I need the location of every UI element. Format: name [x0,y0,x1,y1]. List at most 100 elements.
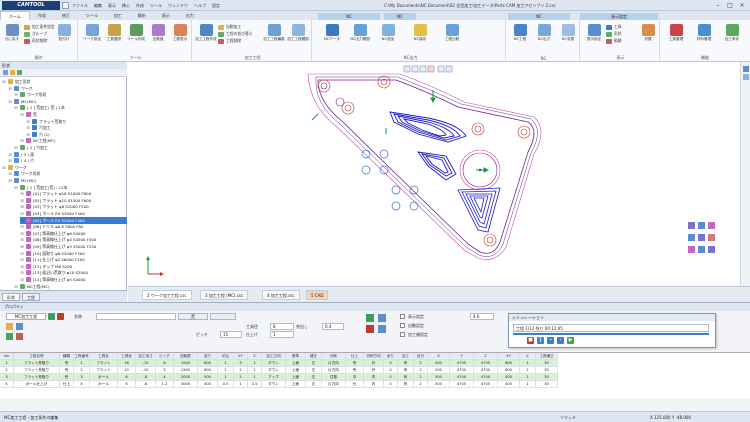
table-cell[interactable]: 1 [234,381,248,388]
table-cell[interactable]: 1 [218,367,234,374]
table-cell[interactable]: 1.2 [156,381,174,388]
table-cell[interactable]: 500 [498,374,520,381]
ribbon-small-button[interactable]: 形状削除 [24,38,47,44]
table-cell[interactable]: 1 [520,367,536,374]
table-cell[interactable]: 4 [156,374,174,381]
table-cell[interactable]: 4700 [474,381,498,388]
ribbon-small-button[interactable]: 工程削除 [218,38,241,44]
table-cell[interactable]: 500 [428,360,450,367]
table-cell[interactable]: 仕上 [60,381,74,388]
table-cell[interactable]: 上面 [286,374,306,381]
table-cell[interactable]: 左 [306,374,322,381]
arrow-up-icon[interactable] [378,314,386,322]
table-cell[interactable]: 1 [74,360,90,367]
table-cell[interactable]: 2 [414,367,428,374]
context-tab-nc[interactable]: NC [318,13,380,20]
settings-icon[interactable] [16,323,23,330]
doc-tab[interactable]: 2 ワーク加工工程.csc [142,290,192,300]
table-cell[interactable]: 4700 [450,367,474,374]
process-view-button[interactable]: 工程表示 [168,24,192,41]
table-cell[interactable]: -10 [136,367,156,374]
stop-button[interactable]: ■ [527,337,534,344]
table-cell[interactable]: 往復 [322,374,346,381]
table-cell[interactable]: 4700 [474,374,498,381]
table-cell[interactable]: 4 [74,381,90,388]
nc-change-button[interactable]: NC変更 [556,24,580,41]
ribbon-small-button[interactable]: 軌跡 [606,38,622,44]
table-cell[interactable]: 0 [384,360,398,367]
table-cell[interactable]: 16 [118,360,136,367]
refresh-icon[interactable] [6,333,13,340]
table-cell[interactable]: 0 [384,374,398,381]
table-cell[interactable]: 上面 [286,360,306,367]
tab-home[interactable]: ホーム [0,11,30,20]
table-cell[interactable]: 1500 [174,367,198,374]
table-cell[interactable]: 外 [364,367,384,374]
table-cell[interactable]: 8 [118,374,136,381]
tab-view[interactable]: 表示 [154,11,178,20]
remove-row-icon[interactable] [366,325,374,333]
menu-item[interactable]: 編集 [94,2,102,10]
table-cell[interactable]: アップ [262,374,286,381]
overhang-input[interactable]: 0.4 [322,323,344,330]
all-values-button[interactable]: 全数値 [146,24,170,41]
ribbon-small-button[interactable]: 工程の並び替え [218,31,253,37]
paste-button[interactable]: 貼付け [52,24,76,41]
table-cell[interactable]: 400 [498,381,520,388]
process-compare-button[interactable]: 工程比較 [440,24,464,41]
ribbon-small-button[interactable]: グループ [24,31,47,37]
table-cell[interactable]: 外 [364,360,384,367]
table-cell[interactable]: 有 [398,360,414,367]
tab-machining[interactable]: 加工 [106,11,130,20]
table-cell[interactable]: -10 [136,360,156,367]
table-cell[interactable]: 中 [346,374,364,381]
table-cell[interactable]: -6 [136,381,156,388]
expand-toggle-icon[interactable]: ⊟ [8,98,12,105]
table-cell[interactable]: 30 [536,374,558,381]
table-row[interactable]: 3 フラット荒取り荒 3 ボール 8 -8 4 2000 500 1 2 1 アップ 上面左往復中内 0 有 2… [0,374,750,381]
table-cell[interactable]: 8 [156,360,174,367]
table-cell[interactable]: 片方向 [322,381,346,388]
minimize-icon[interactable]: – [712,1,724,10]
tab-create[interactable]: 作成 [30,11,54,20]
context-tab-nc3[interactable]: NC [508,13,570,20]
table-cell[interactable]: 荒 [346,360,364,367]
work-setting-button[interactable]: ワーク設定 [80,24,104,41]
expand-toggle-icon[interactable]: ⊟ [20,111,24,118]
ribbon-small-button[interactable]: 工具 [606,24,622,30]
tab-output[interactable]: 出力 [178,11,202,20]
edit-process-button[interactable]: 加工工程編集 [262,24,286,41]
ribbon-small-button[interactable]: 自動加工 [218,24,241,30]
nc-check-button[interactable]: NC出力確認 [348,24,372,41]
table-cell[interactable]: 0.5 [218,381,234,388]
arrow-down-icon[interactable] [378,325,386,333]
doc-tab[interactable]: 3 加工工程 (MC).csc [200,290,249,300]
nc-add-button[interactable]: NC追加 [376,24,400,41]
expand-toggle-icon[interactable]: ⊟ [2,78,6,85]
doc-tab[interactable]: 5 CAD [306,290,329,300]
table-cell[interactable]: 4700 [450,374,474,381]
table-cell[interactable]: -8 [136,374,156,381]
tab-tool[interactable]: ツール [78,11,106,20]
table-cell[interactable]: ボール [90,381,118,388]
table-cell[interactable]: 500 [428,367,450,374]
nc-data-button[interactable]: NCデータ [320,24,344,41]
table-cell[interactable]: 内 [364,381,384,388]
table-cell[interactable]: 3 [0,374,14,381]
fast-forward-button[interactable]: » [547,337,554,344]
expand-toggle-icon[interactable]: ⊟ [14,104,18,111]
maximize-icon[interactable]: □ [724,1,736,10]
checkbox[interactable] [400,314,405,319]
table-cell[interactable]: ボール [90,374,118,381]
table-cell[interactable]: 有 [398,367,414,374]
tab-shape[interactable]: 形状 [2,293,20,301]
table-cell[interactable]: 1 [520,374,536,381]
table-cell[interactable]: 2 [74,367,90,374]
menu-item[interactable]: 表示 [108,2,116,10]
table-cell[interactable]: 上面 [286,367,306,374]
table-cell[interactable]: 1 [520,360,536,367]
table-cell[interactable]: ボール仕上げ [14,381,60,388]
table-cell[interactable]: 左 [306,381,322,388]
z-input[interactable]: 4.0 [470,313,494,320]
tool-icon[interactable] [6,323,13,330]
